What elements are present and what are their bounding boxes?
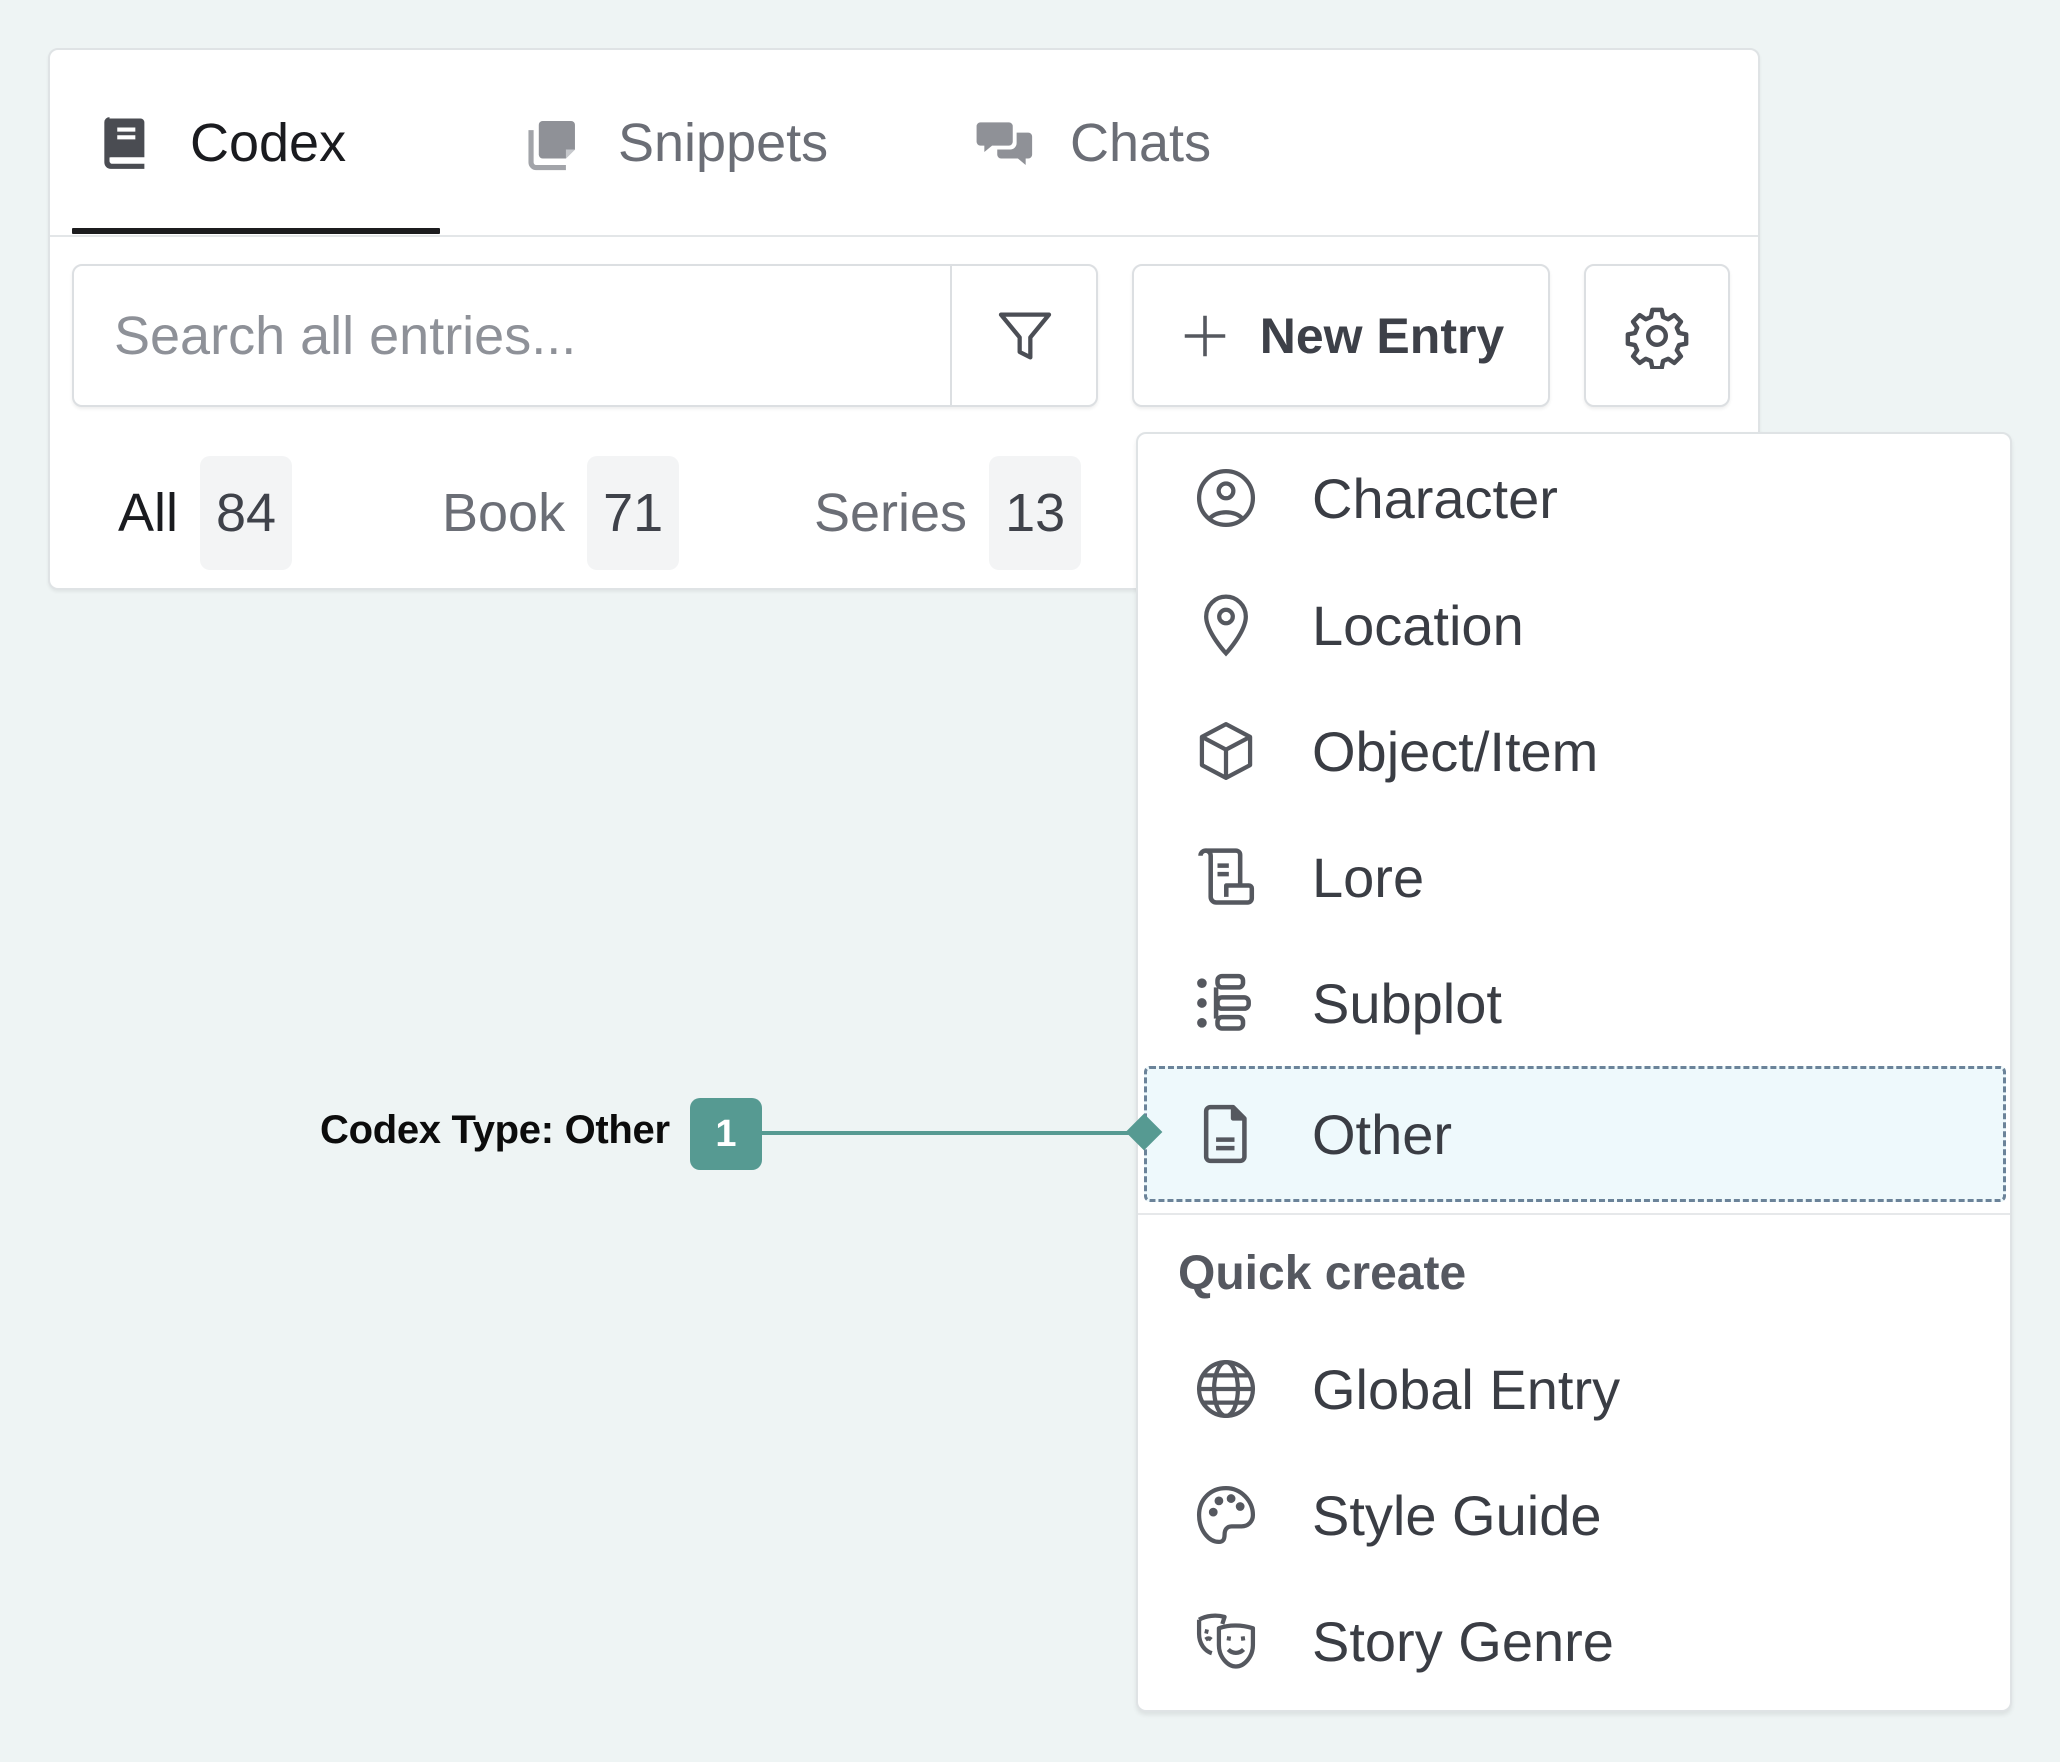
menu-item-label: Other [1312, 1102, 1453, 1166]
scroll-icon [1190, 841, 1262, 913]
menu-item-label: Location [1312, 593, 1524, 657]
gear-icon [1624, 303, 1690, 369]
list-tree-icon [1190, 967, 1262, 1039]
box-icon [1190, 715, 1262, 787]
menu-item-subplot[interactable]: Subplot [1138, 940, 2010, 1066]
menu-item-label: Style Guide [1312, 1483, 1602, 1547]
filter-icon [993, 304, 1057, 368]
search-input[interactable] [74, 266, 948, 405]
tab-label: Chats [1070, 112, 1212, 173]
book-icon [94, 112, 156, 174]
tab-label: Codex [190, 112, 347, 173]
tab-label: Snippets [618, 112, 829, 173]
copy-icon [522, 112, 584, 174]
count-badge: 71 [587, 456, 680, 570]
menu-item-story-genre[interactable]: Story Genre [1138, 1578, 2010, 1704]
menu-item-lore[interactable]: Lore [1138, 814, 2010, 940]
tab-bar: Codex Snippets Chats [50, 50, 1758, 237]
menu-item-object[interactable]: Object/Item [1138, 688, 2010, 814]
menu-item-label: Character [1312, 466, 1558, 530]
menu-item-label: Global Entry [1312, 1357, 1621, 1421]
tab-codex[interactable]: Codex [94, 50, 346, 235]
tab-snippets[interactable]: Snippets [522, 50, 828, 235]
plus-icon [1178, 309, 1232, 363]
annotation-connector [762, 1131, 1142, 1135]
filter-series[interactable]: Series 13 [814, 456, 1082, 570]
filter-book[interactable]: Book 71 [442, 456, 680, 570]
annotation-badge: 1 [690, 1098, 762, 1170]
search-box [72, 264, 1098, 407]
filter-label: Book [442, 483, 566, 543]
file-text-icon [1190, 1098, 1262, 1170]
count-badge: 84 [200, 456, 293, 570]
filter-button[interactable] [950, 266, 1098, 405]
new-entry-label: New Entry [1259, 307, 1505, 364]
menu-item-label: Object/Item [1312, 719, 1599, 783]
menu-item-other[interactable]: Other [1144, 1066, 2006, 1202]
filter-label: Series [814, 483, 968, 543]
tab-chats[interactable]: Chats [974, 50, 1211, 235]
menu-item-character[interactable]: Character [1138, 435, 2010, 561]
menu-item-label: Lore [1312, 845, 1425, 909]
count-badge: 13 [989, 456, 1082, 570]
menu-item-label: Story Genre [1312, 1609, 1614, 1673]
menu-item-label: Subplot [1312, 971, 1502, 1035]
chat-bubbles-icon [974, 112, 1036, 174]
filter-label: All [118, 483, 179, 543]
new-entry-button[interactable]: New Entry [1132, 264, 1550, 407]
user-circle-icon [1190, 462, 1262, 534]
palette-icon [1190, 1479, 1262, 1551]
menu-item-location[interactable]: Location [1138, 562, 2010, 688]
menu-item-style-guide[interactable]: Style Guide [1138, 1452, 2010, 1578]
quick-create-heading: Quick create [1178, 1247, 1467, 1300]
filter-all[interactable]: All 84 [118, 456, 293, 570]
globe-icon [1190, 1353, 1262, 1425]
menu-divider [1138, 1213, 2010, 1215]
active-tab-indicator [72, 228, 440, 234]
map-pin-icon [1190, 589, 1262, 661]
new-entry-dropdown: Character Location Object/Item Lore Subp… [1136, 432, 2012, 1712]
settings-button[interactable] [1584, 264, 1730, 407]
theater-masks-icon [1190, 1605, 1262, 1677]
annotation-label: Codex Type: Other [320, 1108, 670, 1152]
menu-item-global-entry[interactable]: Global Entry [1138, 1326, 2010, 1452]
scope-filters: All 84 Book 71 Series 13 [50, 456, 1250, 570]
